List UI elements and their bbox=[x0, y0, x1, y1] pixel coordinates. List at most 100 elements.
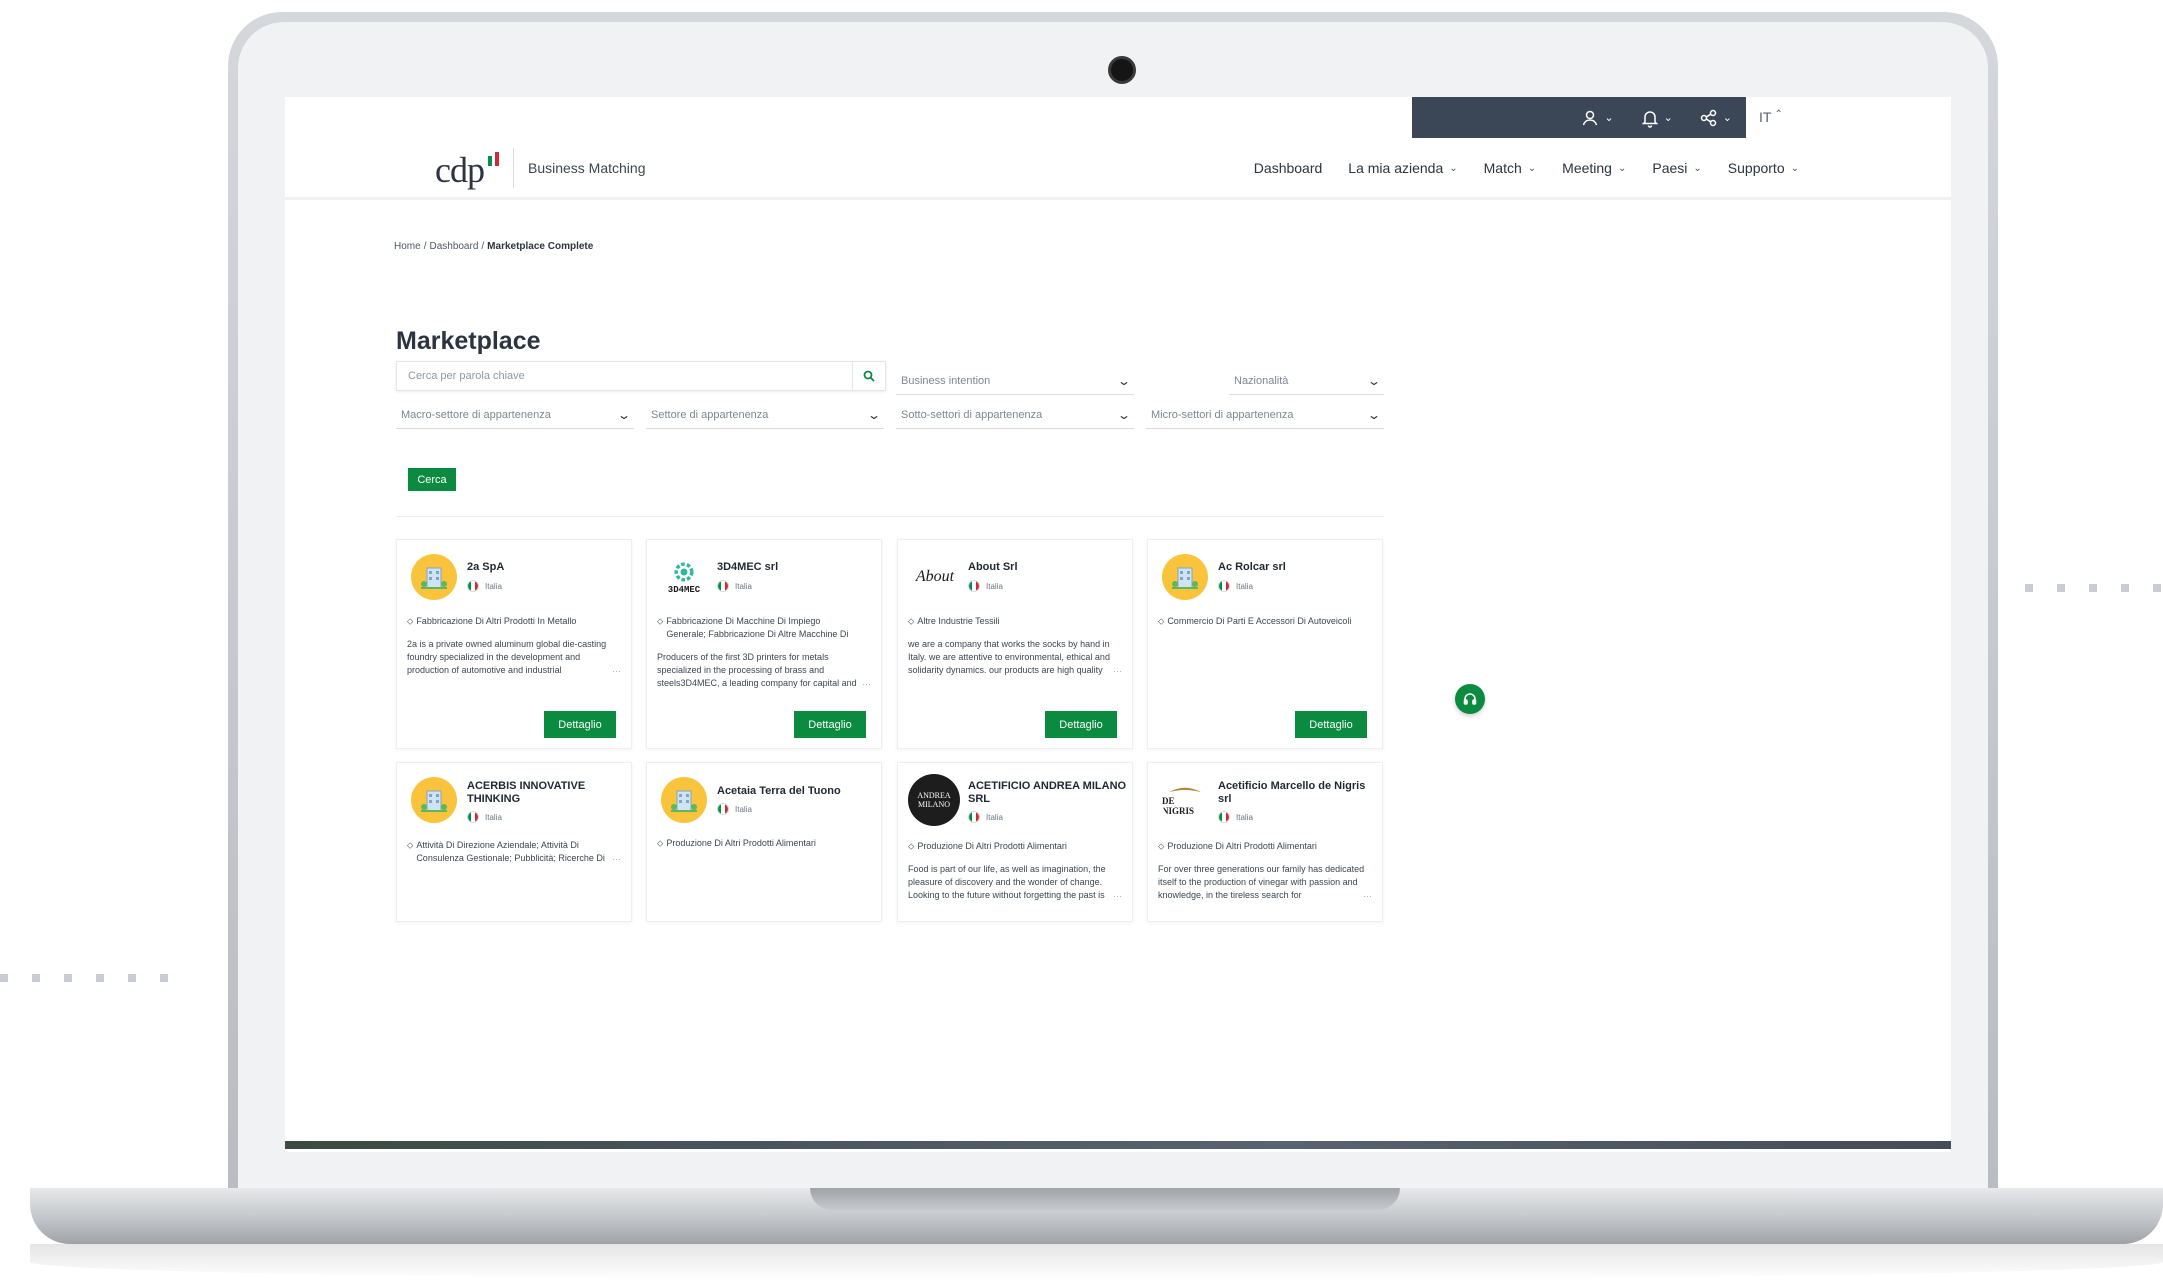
company-sector: ⬦ Produzione Di Altri Prodotti Alimentar… bbox=[1158, 840, 1372, 853]
dettaglio-button[interactable]: Dettaglio bbox=[544, 711, 616, 738]
company-country: Italia bbox=[467, 811, 502, 823]
company-description: For over three generations our family ha… bbox=[1158, 864, 1365, 900]
search-button[interactable] bbox=[852, 362, 885, 390]
company-sector: ⬦ Fabbricazione Di Altri Prodotti In Met… bbox=[407, 615, 621, 628]
company-name[interactable]: 2a SpA bbox=[467, 561, 627, 574]
sector-label: Attività Di Direzione Aziendale; Attivit… bbox=[416, 840, 605, 863]
company-card: DE NIGRIS Acetificio Marcello de Nigris … bbox=[1147, 762, 1383, 922]
company-card: 2a SpA Italia ⬦ Fabbricazione Di Altri P… bbox=[396, 539, 632, 749]
decorative-dots-right bbox=[2025, 584, 2161, 592]
building-logo bbox=[1162, 554, 1208, 600]
chevron-down-icon: ⌄ bbox=[1449, 162, 1458, 174]
search-input[interactable] bbox=[397, 362, 852, 390]
country-label: Italia bbox=[986, 812, 1003, 822]
more-ellipsis: … bbox=[1363, 889, 1372, 899]
company-card: ANDREA MILANO ACETIFICIO ANDREA MILANO S… bbox=[897, 762, 1133, 922]
country-label: Italia bbox=[485, 812, 502, 822]
dettaglio-button[interactable]: Dettaglio bbox=[1045, 711, 1117, 738]
sector-label: Commercio Di Parti E Accessori Di Autove… bbox=[1167, 616, 1352, 626]
support-button[interactable] bbox=[1455, 684, 1485, 714]
nav-supporto[interactable]: Supporto ⌄ bbox=[1728, 160, 1799, 176]
laptop-shadow bbox=[30, 1244, 2163, 1280]
settore-select[interactable]: Settore di appartenenza ⌄ bbox=[646, 401, 884, 429]
italy-flag-icon bbox=[717, 580, 729, 592]
company-card: Ac Rolcar srl Italia ⬦ Commercio Di Part… bbox=[1147, 539, 1383, 749]
tag-icon: ⬦ bbox=[407, 840, 414, 850]
decorative-dots-left bbox=[0, 974, 168, 982]
chevron-down-icon: ⌄ bbox=[1790, 162, 1799, 174]
3d4mec-logo-text: 3D4MEC bbox=[667, 585, 701, 595]
laptop-bezel: ⌄ ⌄ ⌄ IT ⌃ cdp Business Matching Dashboa… bbox=[238, 22, 1988, 1192]
company-name[interactable]: ACERBIS INNOVATIVE THINKING bbox=[467, 780, 627, 806]
screen-bottom-strip bbox=[285, 1141, 1951, 1149]
company-sector: ⬦ Produzione Di Altri Prodotti Alimentar… bbox=[908, 840, 1122, 853]
dettaglio-button[interactable]: Dettaglio bbox=[794, 711, 866, 738]
cdp-logo[interactable]: cdp Business Matching bbox=[435, 148, 646, 188]
company-sector: ⬦ Fabbricazione Di Macchine Di Impiego G… bbox=[657, 615, 871, 641]
company-name[interactable]: 3D4MEC srl bbox=[717, 561, 877, 574]
language-selector[interactable]: IT ⌃ bbox=[1759, 109, 1783, 125]
company-name[interactable]: Ac Rolcar srl bbox=[1218, 561, 1378, 574]
italy-flag-icon bbox=[968, 811, 980, 823]
more-ellipsis: … bbox=[612, 852, 621, 862]
tag-icon: ⬦ bbox=[407, 616, 414, 626]
company-name[interactable]: About Srl bbox=[968, 561, 1128, 574]
nazionalita-select[interactable]: Nazionalità ⌄ bbox=[1229, 367, 1384, 395]
language-label: IT bbox=[1759, 109, 1772, 125]
company-card: 3D4MEC 3D4MEC srl Italia ⬦ Fabbricazione… bbox=[646, 539, 882, 749]
select-label: Micro-settori di appartenenza bbox=[1151, 408, 1294, 421]
about-logo-text: About bbox=[915, 568, 955, 585]
italy-flag-icon bbox=[1218, 811, 1230, 823]
company-sector: ⬦ Attività Di Direzione Aziendale; Attiv… bbox=[407, 839, 621, 865]
nav-la-mia-azienda[interactable]: La mia azienda ⌄ bbox=[1348, 160, 1457, 176]
building-logo bbox=[411, 777, 457, 823]
nav-match[interactable]: Match ⌄ bbox=[1484, 160, 1537, 176]
macro-settore-select[interactable]: Macro-settore di appartenenza ⌄ bbox=[396, 401, 634, 429]
sector-label: Fabbricazione Di Macchine Di Impiego Gen… bbox=[666, 616, 849, 639]
user-menu[interactable]: ⌄ bbox=[1580, 108, 1614, 128]
sector-label: Produzione Di Altri Prodotti Alimentari bbox=[1167, 841, 1317, 851]
company-name[interactable]: ACETIFICIO ANDREA MILANO SRL bbox=[968, 780, 1128, 806]
nav-dashboard[interactable]: Dashboard bbox=[1254, 160, 1323, 176]
chevron-down-icon: ⌄ bbox=[1604, 112, 1614, 124]
chevron-down-icon: ⌄ bbox=[1663, 112, 1673, 124]
logo-wordmark: cdp bbox=[435, 150, 485, 190]
company-name[interactable]: Acetaia Terra del Tuono bbox=[717, 785, 877, 798]
nav-label: Paesi bbox=[1652, 160, 1688, 176]
country-label: Italia bbox=[735, 804, 752, 814]
breadcrumb: Home / Dashboard / Marketplace Complete bbox=[394, 241, 594, 252]
nav-paesi[interactable]: Paesi ⌄ bbox=[1652, 160, 1701, 176]
micro-settori-select[interactable]: Micro-settori di appartenenza ⌄ bbox=[1146, 401, 1384, 429]
sotto-settori-select[interactable]: Sotto-settori di appartenenza ⌄ bbox=[896, 401, 1134, 429]
italy-flag-icon bbox=[1218, 580, 1230, 592]
andrea-milano-logo: ANDREA MILANO bbox=[908, 774, 960, 826]
chevron-down-icon: ⌄ bbox=[1722, 112, 1732, 124]
building-logo bbox=[411, 554, 457, 600]
building-icon bbox=[1172, 567, 1198, 589]
nav-meeting[interactable]: Meeting ⌄ bbox=[1562, 160, 1626, 176]
3d4mec-logo: 3D4MEC bbox=[661, 554, 707, 600]
user-icon bbox=[1583, 110, 1598, 125]
chevron-down-icon: ⌄ bbox=[1116, 373, 1132, 388]
cerca-button[interactable]: Cerca bbox=[408, 468, 456, 491]
more-ellipsis: … bbox=[1113, 889, 1122, 899]
select-label: Business intention bbox=[901, 374, 991, 387]
divider bbox=[396, 516, 1384, 517]
italy-flag-icon bbox=[467, 811, 479, 823]
select-label: Macro-settore di appartenenza bbox=[401, 408, 551, 421]
dettaglio-button[interactable]: Dettaglio bbox=[1295, 711, 1367, 738]
company-name[interactable]: Acetificio Marcello de Nigris srl bbox=[1218, 780, 1378, 806]
page-title: Marketplace bbox=[396, 327, 541, 355]
breadcrumb-current: Marketplace Complete bbox=[487, 241, 594, 252]
laptop-lid: ⌄ ⌄ ⌄ IT ⌃ cdp Business Matching Dashboa… bbox=[228, 12, 1998, 1192]
notifications-menu[interactable]: ⌄ bbox=[1640, 108, 1673, 128]
share-menu[interactable]: ⌄ bbox=[1699, 108, 1732, 128]
chevron-down-icon: ⌄ bbox=[1527, 162, 1537, 174]
business-intention-select[interactable]: Business intention ⌄ bbox=[896, 367, 1134, 395]
laptop-notch bbox=[810, 1188, 1400, 1210]
breadcrumb-dashboard[interactable]: Dashboard bbox=[429, 241, 478, 252]
breadcrumb-home[interactable]: Home bbox=[394, 241, 421, 252]
screen: ⌄ ⌄ ⌄ IT ⌃ cdp Business Matching Dashboa… bbox=[285, 97, 1951, 1152]
eagle-icon bbox=[1168, 787, 1202, 792]
country-label: Italia bbox=[735, 581, 752, 591]
